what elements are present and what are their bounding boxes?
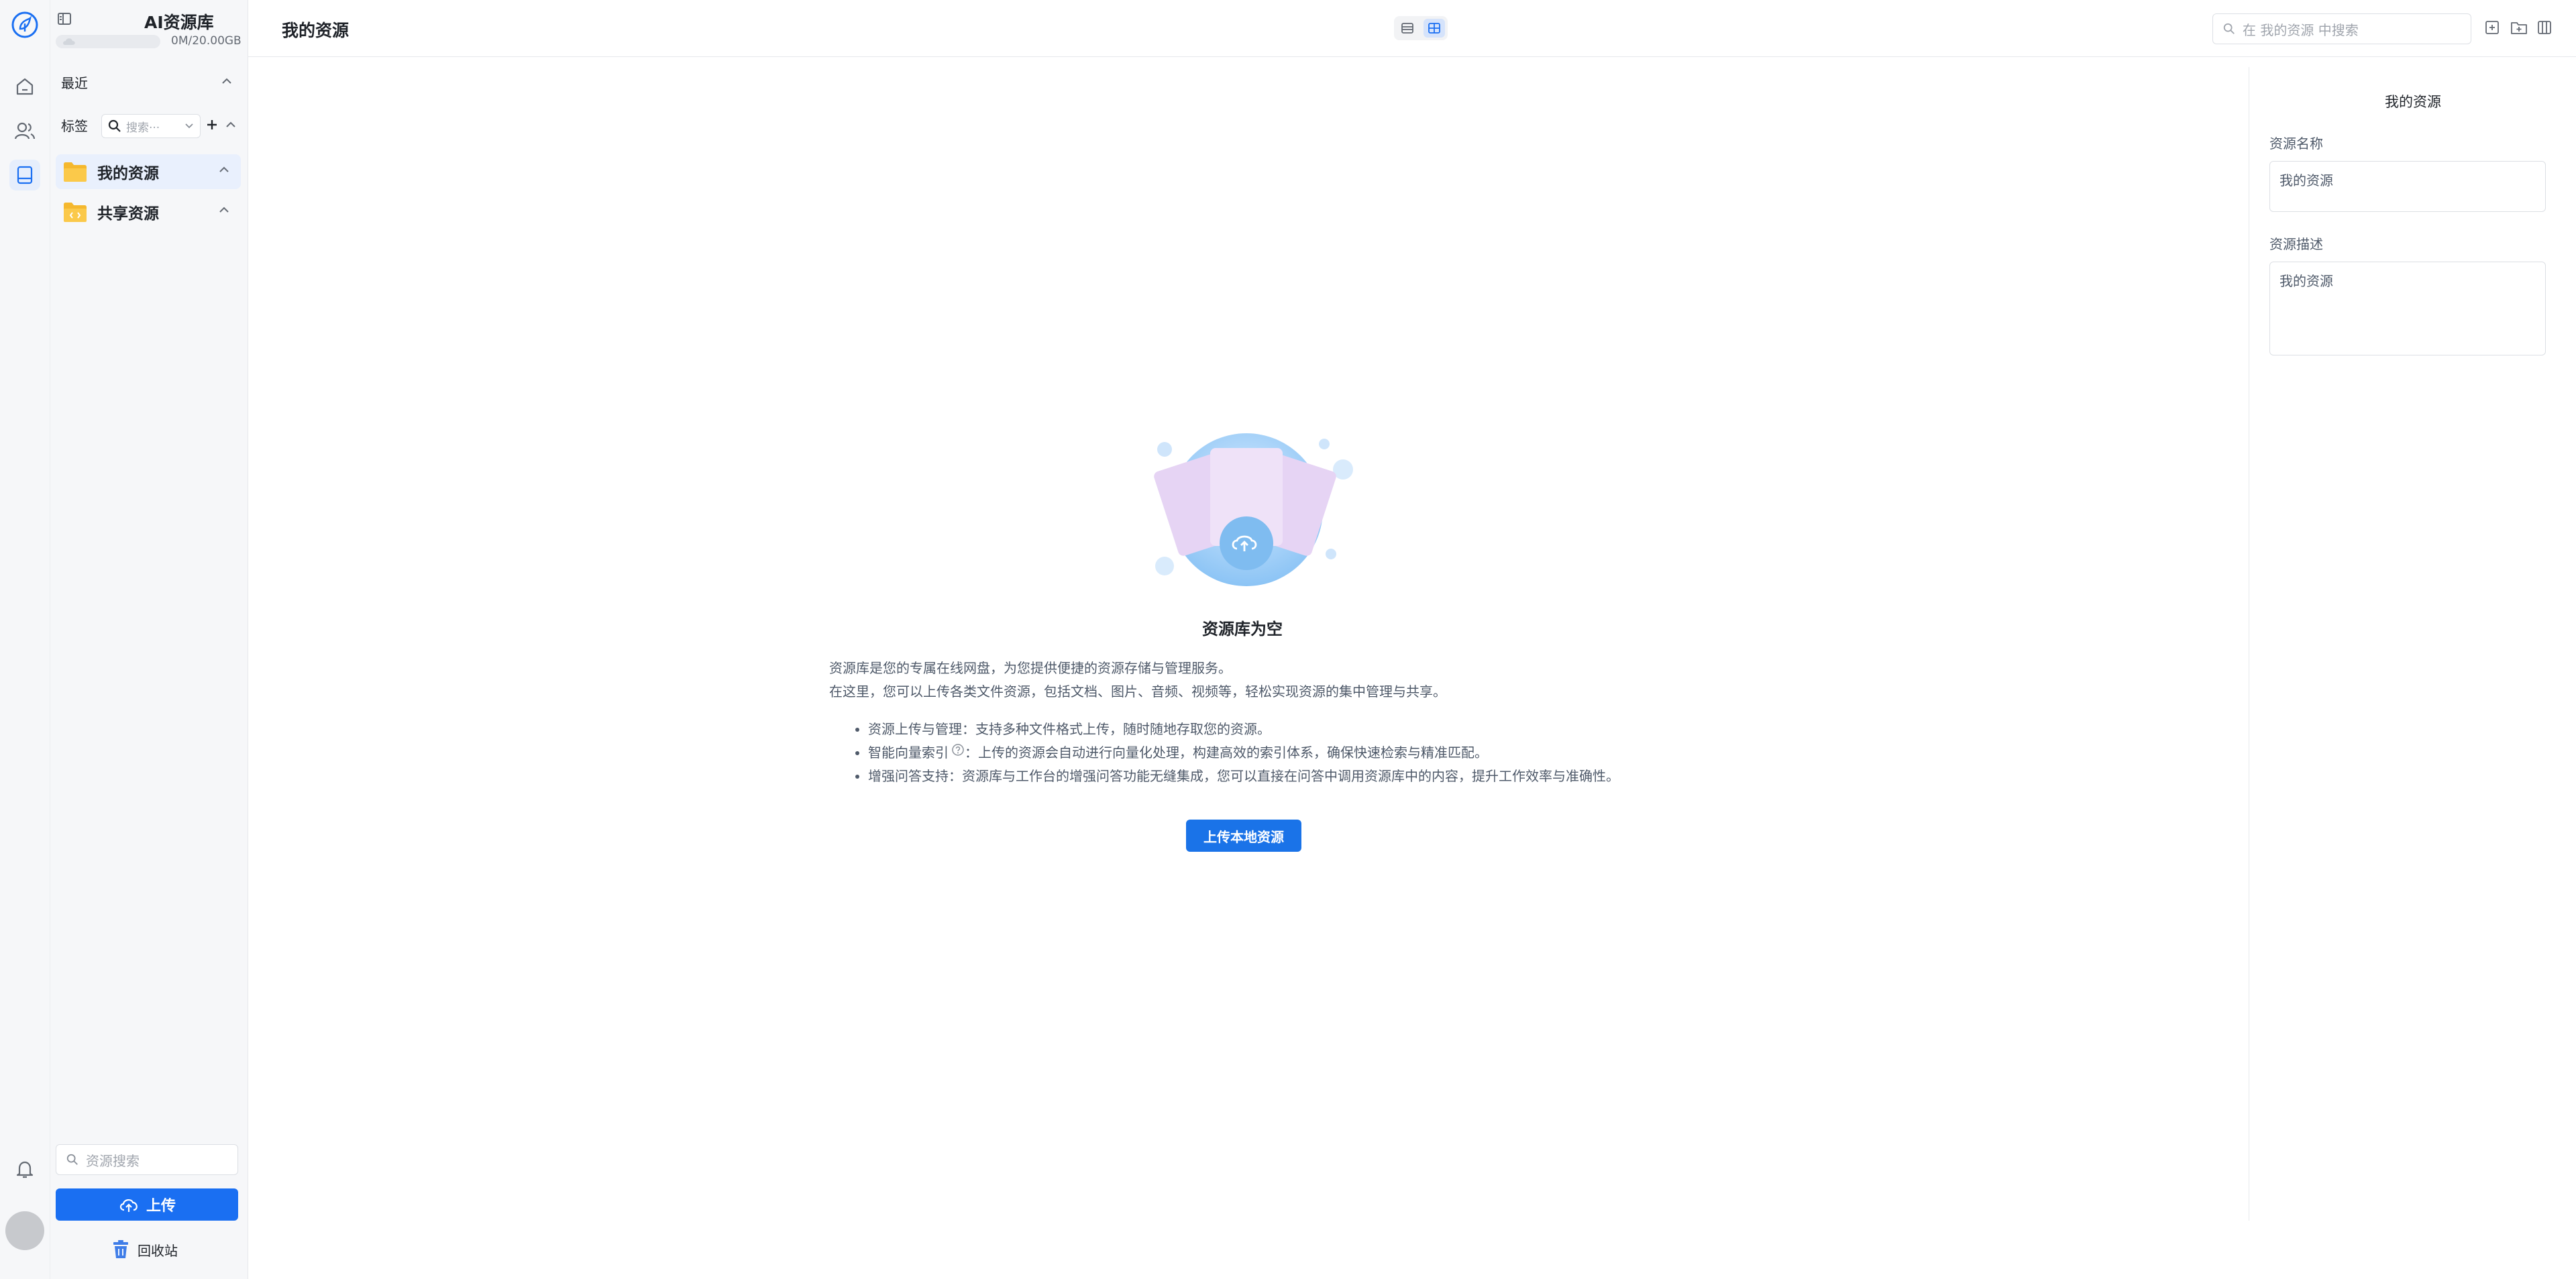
name-label: 资源名称: [2269, 135, 2323, 152]
add-tag-icon[interactable]: [205, 117, 219, 132]
chevron-down-icon: [185, 123, 193, 129]
sidebar-collapse-icon[interactable]: [57, 12, 72, 25]
page-title: 我的资源: [282, 21, 350, 40]
grid-view-icon: [1428, 23, 1440, 34]
tags-label: 标签: [61, 118, 88, 134]
empty-state-intro: 在这里，您可以上传各类文件资源，包括文档、图片、音频、视频等，轻松实现资源的集中…: [829, 683, 1446, 700]
empty-state-title: 资源库为空: [1202, 620, 1283, 638]
tree-label: 共享资源: [97, 205, 159, 223]
empty-state-intro: 资源库是您的专属在线网盘，为您提供便捷的资源存储与管理服务。: [829, 660, 1232, 676]
library-search-input[interactable]: 在 我的资源 中搜索: [2212, 13, 2471, 44]
icon-rail: [0, 0, 50, 1279]
avatar[interactable]: [5, 1211, 44, 1250]
recent-section[interactable]: 最近: [50, 72, 248, 92]
bell-icon[interactable]: [9, 1154, 40, 1184]
resource-search-placeholder: 资源搜索: [86, 1152, 140, 1169]
chevron-up-icon[interactable]: [221, 76, 233, 86]
tree-item-shared-resources[interactable]: 共享资源: [56, 194, 241, 229]
app-title: AI资源库: [144, 13, 214, 32]
feature-item: 资源上传与管理：支持多种文件格式上传，随时随地存取您的资源。: [868, 718, 1619, 741]
feature-text: ：资源库与工作台的增强问答功能无缝集成，您可以直接在问答中调用资源库中的内容，提…: [949, 768, 1619, 784]
grid-view-button[interactable]: [1424, 19, 1445, 38]
storage-bar: [56, 35, 160, 48]
feature-text: ：上传的资源会自动进行向量化处理，构建高效的索引体系，确保快速检索与精准匹配。: [965, 744, 1488, 761]
folder-icon: [64, 162, 87, 182]
users-icon[interactable]: [9, 115, 40, 146]
search-icon: [108, 119, 121, 132]
main-header: 我的资源 在 我的资源 中搜索: [248, 0, 2576, 57]
storage-usage: 0M/20.00GB: [171, 34, 241, 48]
feature-name: 智能向量索引: [868, 744, 949, 761]
description-field[interactable]: 我的资源: [2269, 262, 2546, 355]
feature-item: 智能向量索引 ：上传的资源会自动进行向量化处理，构建高效的索引体系，确保快速检索与…: [868, 741, 1619, 765]
search-icon: [66, 1154, 78, 1165]
chevron-up-icon[interactable]: [218, 165, 230, 174]
panel-toggle-icon[interactable]: [2534, 17, 2555, 38]
properties-panel: 我的资源 资源名称 我的资源 资源描述 我的资源: [2249, 67, 2576, 1221]
library-search-placeholder: 在 我的资源 中搜索: [2243, 21, 2359, 38]
feature-name: 资源上传与管理: [868, 721, 962, 737]
new-file-icon[interactable]: [2482, 17, 2502, 38]
trash-icon: [113, 1240, 128, 1258]
list-view-icon: [1401, 23, 1413, 34]
list-view-button[interactable]: [1397, 19, 1418, 38]
upload-button[interactable]: 上传: [56, 1188, 238, 1221]
resource-search-input[interactable]: 资源搜索: [56, 1144, 238, 1175]
help-icon[interactable]: [951, 743, 965, 757]
feature-text: ：支持多种文件格式上传，随时随地存取您的资源。: [962, 721, 1271, 737]
trash-label: 回收站: [138, 1242, 178, 1259]
chevron-up-icon[interactable]: [218, 205, 230, 215]
name-field[interactable]: 我的资源: [2269, 161, 2546, 212]
feature-item: 增强问答支持：资源库与工作台的增强问答功能无缝集成，您可以直接在问答中调用资源库…: [868, 765, 1619, 788]
tree-label: 我的资源: [97, 165, 159, 182]
tag-search-placeholder: 搜索···: [126, 121, 160, 135]
new-folder-icon[interactable]: [2509, 17, 2529, 38]
feature-list: 资源上传与管理：支持多种文件格式上传，随时随地存取您的资源。 智能向量索引 ：上传…: [848, 718, 1619, 788]
home-icon[interactable]: [9, 71, 40, 102]
view-toggle: [1394, 16, 1448, 40]
upload-label: 上传: [146, 1198, 176, 1215]
recent-label: 最近: [61, 75, 88, 91]
panel-title: 我的资源: [2385, 94, 2441, 110]
feature-name: 增强问答支持: [868, 768, 949, 784]
trash-button[interactable]: 回收站: [112, 1239, 178, 1260]
shared-folder-icon: [64, 203, 87, 222]
empty-illustration: [1144, 429, 1355, 588]
search-icon: [2223, 23, 2235, 34]
sidebar: AI资源库 0M/20.00GB 最近 标签 搜索··· 我的资源 共享资源 资…: [50, 0, 248, 1279]
logo-icon[interactable]: [9, 9, 40, 40]
tree-item-my-resources[interactable]: 我的资源: [56, 154, 241, 189]
upload-local-button[interactable]: 上传本地资源: [1186, 820, 1301, 852]
description-label: 资源描述: [2269, 236, 2323, 252]
library-icon[interactable]: [9, 160, 40, 190]
tags-collapse-icon[interactable]: [225, 120, 237, 129]
cloud-upload-icon: [119, 1199, 138, 1212]
tag-search-input[interactable]: 搜索···: [101, 114, 201, 138]
